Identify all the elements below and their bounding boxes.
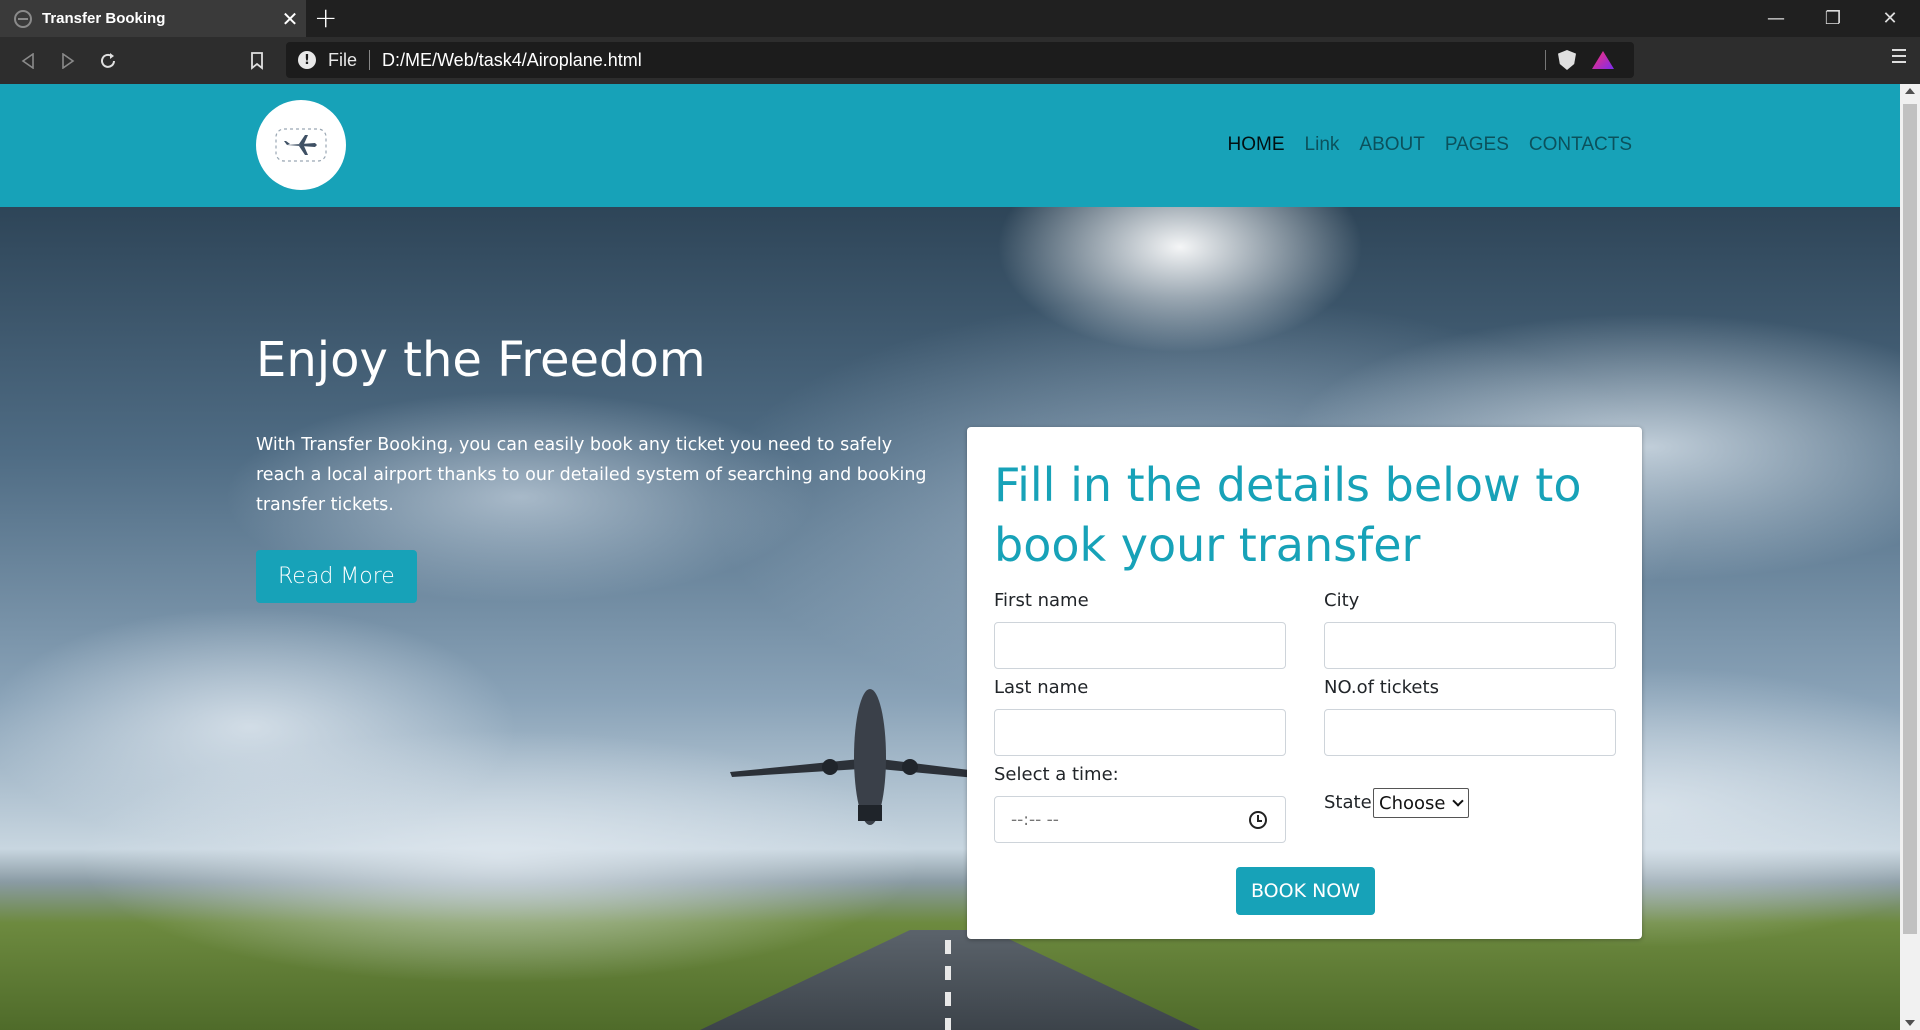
hero-title: Enjoy the Freedom xyxy=(256,332,706,388)
site-logo[interactable] xyxy=(256,100,346,190)
time-label: Select a time: xyxy=(994,764,1119,785)
hero-content: Enjoy the Freedom With Transfer Booking,… xyxy=(256,332,936,603)
chevron-down-icon xyxy=(1452,795,1464,807)
first-name-label: First name xyxy=(994,590,1089,611)
scroll-up-icon[interactable] xyxy=(1905,88,1915,94)
last-name-input[interactable] xyxy=(994,709,1286,756)
tab-close-icon[interactable]: ✕ xyxy=(274,7,306,31)
booking-form: Fill in the details below to book your t… xyxy=(967,427,1642,939)
address-bar[interactable]: ! File D:/ME/Web/task4/Airoplane.html xyxy=(286,42,1634,78)
info-icon[interactable]: ! xyxy=(298,51,316,69)
page-scrollbar[interactable] xyxy=(1900,84,1920,1030)
hero-section: Enjoy the Freedom With Transfer Booking,… xyxy=(0,207,1900,1030)
restore-button[interactable]: ❐ xyxy=(1805,0,1861,37)
bookmark-icon[interactable] xyxy=(241,45,273,77)
main-nav: HOME Link ABOUT PAGES CONTACTS xyxy=(1228,134,1632,156)
state-selected-value: Choose xyxy=(1379,792,1446,814)
time-placeholder: --:-- -- xyxy=(1011,809,1059,830)
browser-tabbar: Transfer Booking ✕ + — ❐ ✕ xyxy=(0,0,1920,37)
tab-title: Transfer Booking xyxy=(42,10,166,27)
book-now-button[interactable]: BOOK NOW xyxy=(1236,867,1375,915)
new-tab-button[interactable]: + xyxy=(314,2,337,34)
forward-button[interactable] xyxy=(52,45,84,77)
minimize-button[interactable]: — xyxy=(1748,0,1804,37)
page-viewport: HOME Link ABOUT PAGES CONTACTS Enjoy the… xyxy=(0,84,1900,1030)
first-name-input[interactable] xyxy=(994,622,1286,669)
brave-shield-icon[interactable] xyxy=(1558,50,1576,70)
time-input[interactable]: --:-- -- xyxy=(994,796,1286,843)
city-label: City xyxy=(1324,590,1360,611)
url-scheme-label: File xyxy=(328,49,358,70)
tickets-label: NO.of tickets xyxy=(1324,677,1439,698)
scrollbar-thumb[interactable] xyxy=(1903,104,1917,934)
state-select[interactable]: Choose xyxy=(1373,788,1469,818)
brave-rewards-icon[interactable] xyxy=(1592,51,1614,69)
nav-pages[interactable]: PAGES xyxy=(1445,134,1509,156)
read-more-button[interactable]: Read More xyxy=(256,549,417,603)
airplane-logo-icon xyxy=(275,128,327,162)
tickets-input[interactable] xyxy=(1324,709,1616,756)
globe-icon xyxy=(14,9,32,28)
scroll-down-icon[interactable] xyxy=(1905,1020,1915,1026)
state-label: State xyxy=(1324,792,1372,813)
last-name-label: Last name xyxy=(994,677,1089,698)
site-header: HOME Link ABOUT PAGES CONTACTS xyxy=(0,84,1900,207)
browser-menu-icon[interactable] xyxy=(1892,49,1906,63)
form-title: Fill in the details below to book your t… xyxy=(994,458,1582,572)
url-text[interactable]: D:/ME/Web/task4/Airoplane.html xyxy=(382,50,642,71)
city-input[interactable] xyxy=(1324,622,1616,669)
nav-link[interactable]: Link xyxy=(1305,134,1340,156)
nav-home[interactable]: HOME xyxy=(1228,134,1285,156)
url-separator xyxy=(369,50,371,70)
clock-icon[interactable] xyxy=(1249,811,1267,829)
nav-contacts[interactable]: CONTACTS xyxy=(1529,134,1632,156)
url-right-separator xyxy=(1545,50,1546,70)
hero-description: With Transfer Booking, you can easily bo… xyxy=(256,434,927,515)
back-button[interactable] xyxy=(12,45,44,77)
reload-button[interactable] xyxy=(92,45,124,77)
nav-about[interactable]: ABOUT xyxy=(1359,134,1424,156)
browser-toolbar: ! File D:/ME/Web/task4/Airoplane.html xyxy=(0,37,1920,84)
window-close-button[interactable]: ✕ xyxy=(1862,0,1918,37)
runway-centerline xyxy=(945,940,951,1030)
browser-tab[interactable]: Transfer Booking ✕ xyxy=(0,0,306,37)
